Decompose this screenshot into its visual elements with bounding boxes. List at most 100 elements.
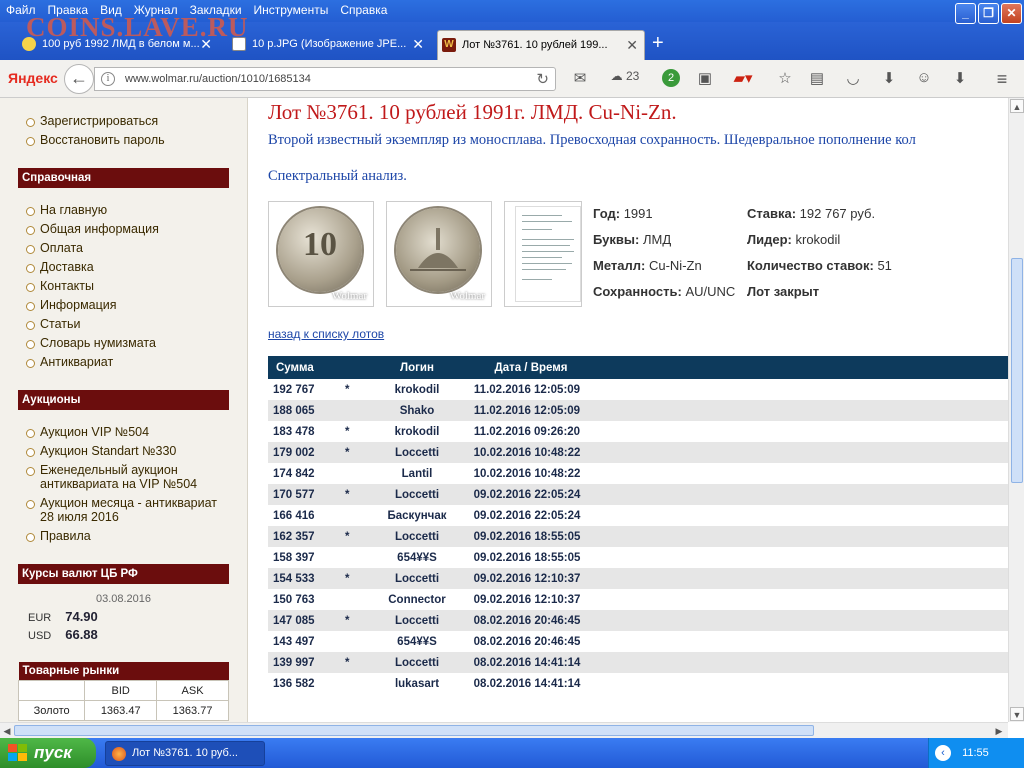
new-tab-icon[interactable]: +	[652, 32, 664, 55]
save-icon[interactable]: ⬇	[950, 69, 970, 89]
bid-datetime: 11.02.2016 12:05:09	[462, 400, 592, 421]
close-tab-icon[interactable]: ✕	[412, 30, 424, 58]
bid-datetime: 09.02.2016 22:05:24	[462, 484, 592, 505]
reader-icon[interactable]: ▣	[696, 69, 714, 89]
bid-datetime: 11.02.2016 09:26:20	[473, 425, 581, 438]
sidebar-item-glossary[interactable]: Словарь нумизмата	[26, 334, 159, 353]
spec-leader: Лидер: krokodil	[747, 232, 841, 247]
bid-datetime: 10.02.2016 10:48:22	[462, 442, 592, 463]
bid-row: 192 767 * krokodil 11.02.2016 12:05:09	[268, 379, 1008, 400]
sidebar-item-contacts[interactable]: Контакты	[26, 277, 159, 296]
market-bid: 1363.47	[84, 700, 158, 721]
register-link[interactable]: Зарегистрироваться	[26, 112, 165, 131]
sidebar-item-information[interactable]: Информация	[26, 296, 159, 315]
close-tab-icon[interactable]: ✕	[626, 31, 638, 59]
sidebar-item-payment[interactable]: Оплата	[26, 239, 159, 258]
coin-obverse-thumbnail[interactable]: 10 Wolmar	[268, 201, 374, 307]
clipboard-icon[interactable]: ▤	[808, 69, 826, 89]
image-icon	[232, 37, 246, 51]
bid-amount: 154 533	[268, 568, 340, 589]
tray-arrow-icon[interactable]: ‹	[935, 745, 951, 762]
market-name: Золото	[17, 700, 86, 721]
windows-logo-icon	[8, 744, 28, 762]
tab-image[interactable]: 10 р.JPG (Изображение JPE... ✕	[228, 30, 430, 60]
spectral-doc-thumbnail[interactable]	[504, 201, 582, 307]
spectral-analysis-link[interactable]: Спектральный анализ.	[268, 168, 407, 185]
bid-row: 188 065 Shako 11.02.2016 12:05:09	[268, 400, 1008, 421]
scrollbar-thumb[interactable]	[1011, 258, 1023, 483]
yandex-logo[interactable]: Яндекс	[8, 70, 58, 86]
tab-lot[interactable]: W Лот №3761. 10 рублей 199... ✕	[437, 30, 645, 60]
bid-spacer	[592, 484, 1008, 505]
tab-bar: 100 руб 1992 ЛМД в белом м... ✕ 10 р.JPG…	[0, 22, 1024, 60]
back-button[interactable]: ←	[64, 64, 94, 94]
bid-datetime: 10.02.2016 10:48:22	[473, 467, 581, 480]
url-text[interactable]: www.wolmar.ru/auction/1010/1685134	[125, 73, 311, 85]
lot-title: Лот №3761. 10 рублей 1991г. ЛМД. Cu-Ni-Z…	[268, 100, 677, 124]
close-window-button[interactable]: ✕	[1001, 3, 1022, 24]
sidebar-item-vip-auction[interactable]: Аукцион VIP №504	[26, 423, 226, 442]
bid-leader-mark: *	[340, 652, 372, 673]
menu-tools[interactable]: Инструменты	[248, 0, 335, 20]
bid-login: Loccetti	[372, 568, 462, 589]
back-to-lots-link[interactable]: назад к списку лотов	[268, 327, 384, 341]
page-content: Зарегистрироваться Восстановить пароль С…	[0, 98, 1008, 722]
info-icon[interactable]: i	[101, 72, 115, 86]
bid-leader-mark: *	[345, 383, 350, 396]
tab-coins[interactable]: 100 руб 1992 ЛМД в белом м... ✕	[18, 30, 218, 60]
menu-file[interactable]: Файл	[0, 0, 42, 20]
navigation-bar: Яндекс ← i www.wolmar.ru/auction/1010/16…	[0, 60, 1024, 98]
reload-icon[interactable]: ↻	[536, 70, 549, 88]
sidebar-item-general-info[interactable]: Общая информация	[26, 220, 159, 239]
bid-leader-mark: *	[340, 526, 372, 547]
restore-password-link[interactable]: Восстановить пароль	[26, 131, 165, 150]
document-icon	[515, 206, 581, 302]
rates-date: 03.08.2016	[95, 593, 152, 605]
tab-title: 100 руб 1992 ЛМД в белом м...	[42, 38, 200, 50]
taskbar-firefox-item[interactable]: Лот №3761. 10 руб...	[105, 741, 265, 766]
horizontal-scrollbar[interactable]: ◀ ▶	[0, 722, 1008, 738]
weather-icon[interactable]: ☁ 23	[605, 69, 645, 89]
notification-badge[interactable]: 2	[662, 69, 680, 87]
spec-year: Год: 1991	[593, 206, 653, 221]
scroll-up-icon[interactable]: ▲	[1010, 99, 1024, 113]
menu-edit[interactable]: Правка	[42, 0, 95, 20]
pocket-icon[interactable]: ◡	[844, 69, 862, 89]
sidebar-item-home[interactable]: На главную	[26, 201, 159, 220]
coin-reverse-thumbnail[interactable]: Wolmar	[386, 201, 492, 307]
sidebar-item-standart-auction[interactable]: Аукцион Standart №330	[26, 442, 226, 461]
reference-heading: Справочная	[18, 168, 229, 188]
start-button[interactable]: пуск	[0, 738, 96, 768]
vertical-scrollbar[interactable]: ▲ ▼	[1008, 98, 1024, 722]
menu-help[interactable]: Справка	[334, 0, 393, 20]
scroll-right-icon[interactable]: ▶	[992, 724, 1006, 738]
scroll-left-icon[interactable]: ◀	[0, 724, 14, 738]
download-icon[interactable]: ⬇	[880, 69, 898, 89]
sidebar-item-rules[interactable]: Правила	[26, 527, 226, 546]
smiley-icon[interactable]: ☺	[915, 69, 933, 89]
menu-bookmarks[interactable]: Закладки	[184, 0, 248, 20]
menu-view[interactable]: Вид	[94, 0, 128, 20]
sidebar-item-weekly-antiques[interactable]: Еженедельный аукцион антиквариата на VIP…	[26, 461, 226, 494]
bookmark-star-icon[interactable]: ☆	[776, 69, 794, 89]
sidebar-item-antiques[interactable]: Антиквариат	[26, 353, 159, 372]
bid-row: 179 002 * Loccetti 10.02.2016 10:48:22	[268, 442, 1008, 463]
sidebar-item-articles[interactable]: Статьи	[26, 315, 159, 334]
bid-spacer	[592, 610, 1008, 631]
minimize-button[interactable]: _	[955, 3, 976, 24]
close-tab-icon[interactable]: ✕	[200, 30, 212, 58]
bid-leader-mark	[340, 400, 372, 421]
address-bar[interactable]: i www.wolmar.ru/auction/1010/1685134 ↻	[94, 67, 556, 91]
scrollbar-thumb[interactable]	[14, 725, 814, 736]
flash-icon[interactable]: ▰▾	[730, 69, 756, 89]
mail-icon[interactable]: ✉	[570, 69, 590, 89]
menu-history[interactable]: Журнал	[128, 0, 184, 20]
tab-title: 10 р.JPG (Изображение JPE...	[252, 38, 407, 50]
coin-denomination: 10	[303, 226, 337, 263]
menu-hamburger-icon[interactable]: ≡	[992, 69, 1012, 89]
sidebar-item-month-auction[interactable]: Аукцион месяца - антиквариат 28 июля 201…	[26, 494, 226, 527]
markets-heading: Товарные рынки	[18, 662, 229, 681]
maximize-button[interactable]: ❐	[978, 3, 999, 24]
scroll-down-icon[interactable]: ▼	[1010, 707, 1024, 721]
sidebar-item-delivery[interactable]: Доставка	[26, 258, 159, 277]
